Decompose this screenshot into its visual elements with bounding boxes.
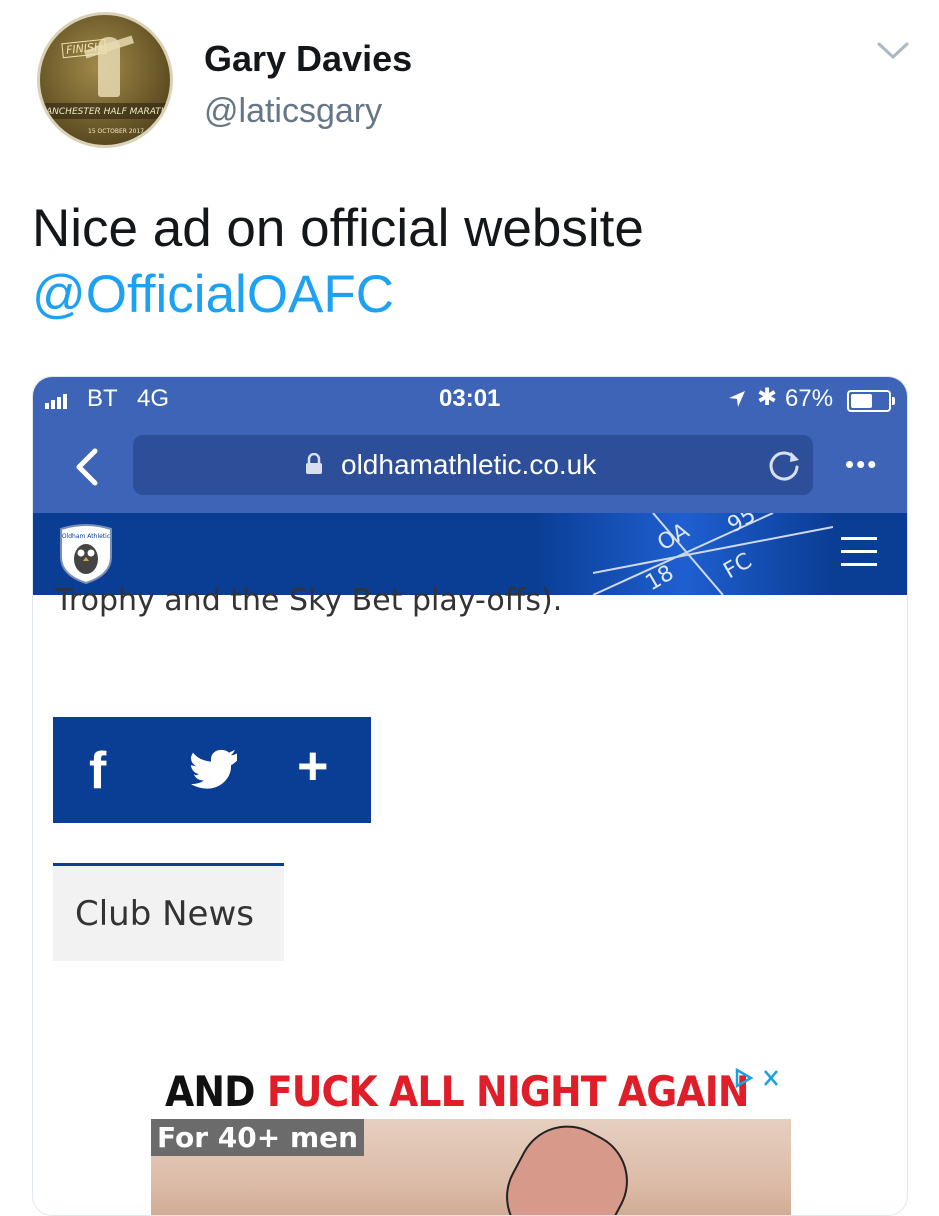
crest-icon[interactable]: Oldham Athletic (57, 523, 115, 585)
clock: 03:01 (439, 385, 501, 412)
location-arrow-icon (729, 391, 745, 407)
mention-link[interactable]: @OfficialOAFC (32, 262, 912, 328)
advertisement[interactable]: AND FUCK ALL NIGHT AGAIN For 40+ men (151, 1057, 791, 1215)
bluetooth-icon: ✱ (757, 384, 778, 411)
tweet-text: Nice ad on official website @OfficialOAF… (32, 196, 912, 328)
adchoices-icon[interactable] (733, 1067, 783, 1089)
menu-icon[interactable] (841, 537, 877, 569)
ad-tag: For 40+ men (151, 1119, 365, 1156)
url-text: oldhamathletic.co.uk (341, 449, 597, 480)
address-bar[interactable]: oldhamathletic.co.uk (133, 435, 813, 495)
display-name[interactable]: Gary Davies (204, 38, 412, 80)
avatar-date-text: 15 OCTOBER 2017 (88, 128, 145, 135)
battery-icon (847, 390, 895, 412)
network-label: 4G (137, 385, 170, 412)
article-text: Trophy and the Sky Bet play-offs). (55, 583, 563, 618)
browser-toolbar: oldhamathletic.co.uk ••• (33, 421, 907, 513)
carrier-label: BT (87, 385, 118, 412)
media-image[interactable]: BT 4G 03:01 ✱ 67% oldhamathletic.co.uk •… (32, 376, 908, 1216)
tab-club-news-label: Club News (75, 894, 254, 934)
more-icon[interactable]: ••• (845, 449, 878, 480)
battery-percent: 67% (785, 385, 834, 412)
ad-headline: AND FUCK ALL NIGHT AGAIN (165, 1067, 750, 1116)
facebook-icon[interactable]: f (89, 741, 106, 801)
avatar[interactable]: FINISH ANCHESTER HALF MARATH 15 OCTOBER … (37, 12, 173, 148)
ad-headline-part-a: AND (165, 1067, 267, 1116)
tweet-body: Nice ad on official website (32, 199, 644, 258)
ad-headline-part-b: FUCK ALL NIGHT AGAIN (266, 1067, 750, 1116)
plus-icon[interactable]: + (297, 735, 329, 797)
crest-text: Oldham Athletic (62, 533, 110, 540)
signal-icon (45, 391, 69, 409)
tab-club-news[interactable]: Club News (53, 863, 284, 961)
user-handle[interactable]: @laticsgary (204, 92, 382, 131)
reload-icon[interactable] (765, 447, 803, 485)
battery-fill (851, 394, 873, 408)
back-icon[interactable] (69, 447, 105, 487)
twitter-icon[interactable] (191, 749, 239, 789)
header-art: OA 95 18 FC (533, 513, 833, 595)
chevron-down-icon[interactable] (875, 38, 911, 62)
lock-icon (306, 453, 322, 474)
status-bar: BT 4G 03:01 ✱ 67% (33, 377, 907, 421)
share-bar: f + (53, 717, 371, 823)
avatar-ring-text: ANCHESTER HALF MARATH (46, 107, 168, 117)
